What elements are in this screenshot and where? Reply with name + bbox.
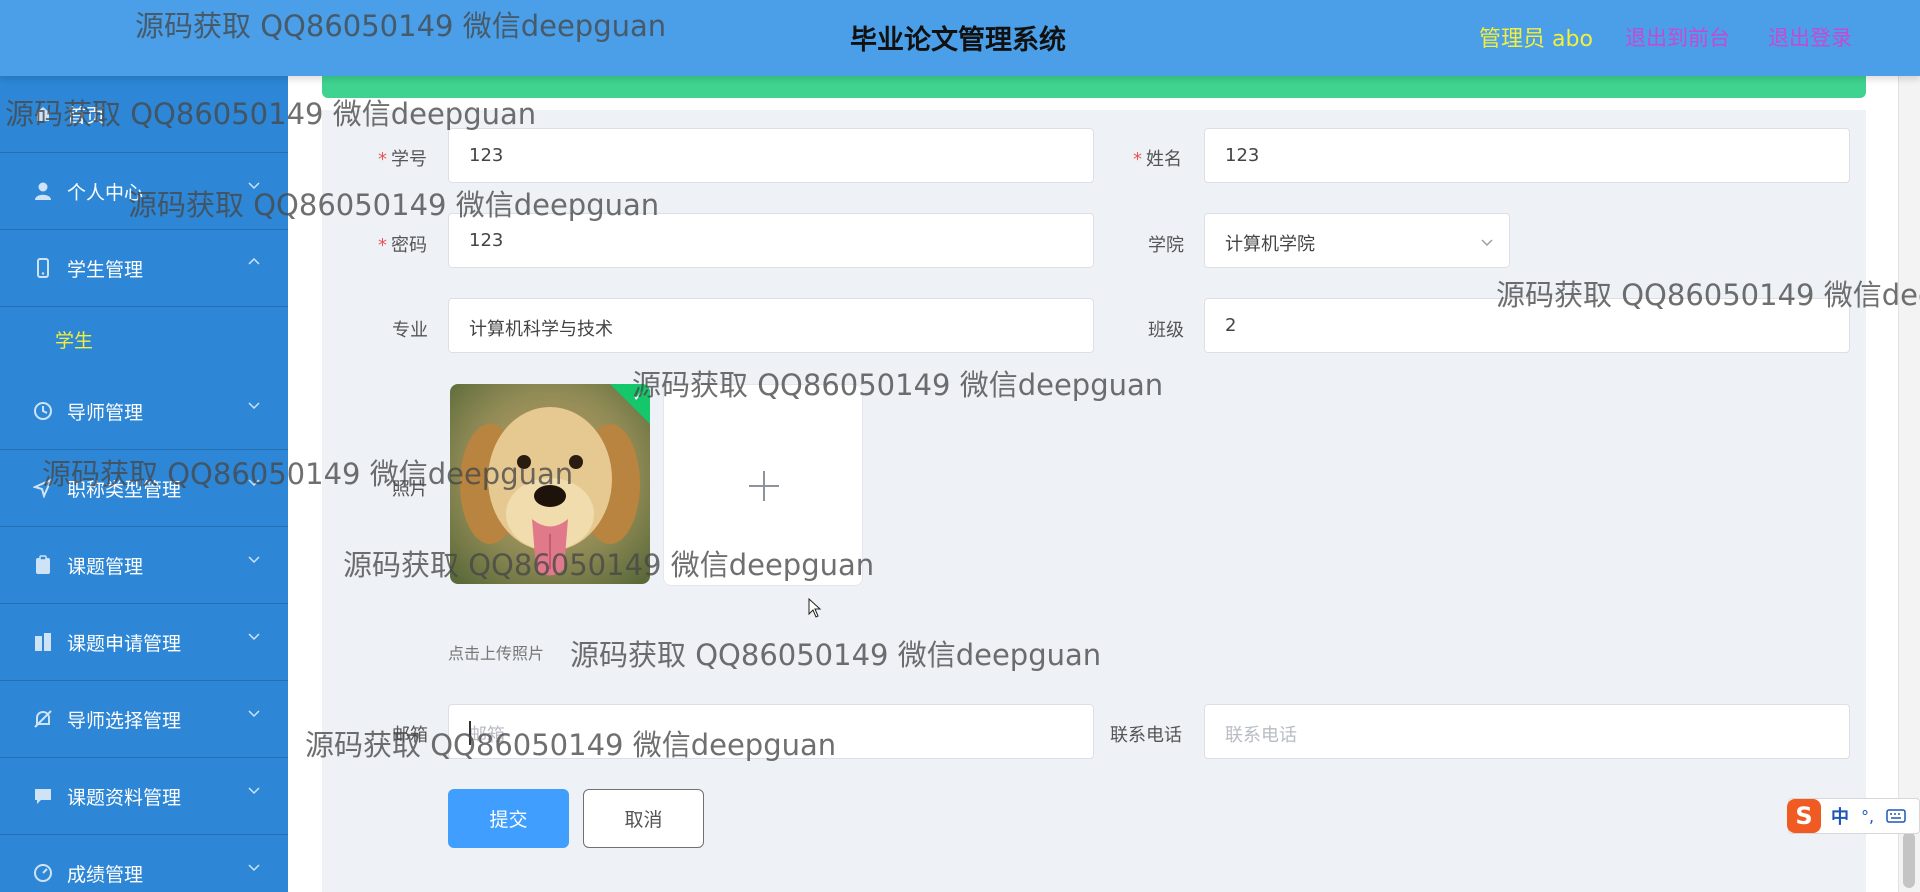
- class-field[interactable]: 2: [1204, 298, 1850, 353]
- phone-field[interactable]: 联系电话: [1204, 704, 1850, 759]
- sidebar-item-topic-application-management[interactable]: 课题申请管理: [0, 604, 288, 681]
- chevron-down-icon: [248, 864, 260, 872]
- send-icon: [32, 477, 54, 499]
- sidebar: 首页 个人中心 学生管理 学生 导师管理 职称类型管理 课题管理 课题申请管理 …: [0, 76, 288, 892]
- sidebar-item-topic-material-management[interactable]: 课题资料管理: [0, 758, 288, 835]
- text-caret: [469, 721, 471, 745]
- sidebar-item-label: 成绩管理: [67, 864, 144, 886]
- sidebar-item-label: 个人中心: [67, 182, 144, 204]
- status-bar: [322, 76, 1866, 98]
- sidebar-item-label: 课题申请管理: [67, 633, 182, 655]
- admin-label: 管理员 abo: [1479, 27, 1593, 52]
- bell-off-icon: [32, 708, 54, 730]
- password-field[interactable]: 123: [448, 213, 1094, 268]
- check-icon: ✓: [632, 387, 645, 405]
- sidebar-item-label: 导师管理: [67, 402, 144, 424]
- sidebar-item-topic-management[interactable]: 课题管理: [0, 527, 288, 604]
- ime-toolbar[interactable]: S 中 °,: [1787, 798, 1920, 834]
- college-select-value: 计算机学院: [1225, 234, 1315, 255]
- email-field[interactable]: 邮箱: [448, 704, 1094, 759]
- sidebar-item-home[interactable]: 首页: [0, 76, 288, 153]
- sidebar-subitem-label: 学生: [55, 330, 94, 352]
- home-icon: [32, 103, 54, 125]
- student-id-label: * 学号: [378, 149, 427, 170]
- chevron-down-icon: [1481, 239, 1493, 247]
- submit-button[interactable]: 提交: [448, 789, 569, 848]
- ime-language-toggle[interactable]: 中: [1831, 803, 1849, 829]
- chat-icon: [32, 785, 54, 807]
- page-title: 毕业论文管理系统: [850, 25, 1066, 56]
- plus-icon: [749, 471, 779, 501]
- uploaded-photo[interactable]: ✓: [450, 384, 650, 584]
- sidebar-item-tutor-selection-management[interactable]: 导师选择管理: [0, 681, 288, 758]
- sidebar-item-label: 导师选择管理: [67, 710, 182, 732]
- email-placeholder: 邮箱: [469, 725, 505, 746]
- chevron-up-icon: [248, 257, 260, 265]
- gauge-icon: [32, 862, 54, 884]
- sidebar-item-label: 学生管理: [67, 259, 144, 281]
- chevron-down-icon: [248, 710, 260, 718]
- clipboard-icon: [32, 554, 54, 576]
- exit-to-front-link[interactable]: 退出到前台: [1625, 22, 1730, 52]
- sidebar-item-student-management[interactable]: 学生管理: [0, 230, 288, 307]
- mouse-cursor-icon: [808, 598, 822, 618]
- sidebar-item-label: 课题资料管理: [67, 787, 182, 809]
- vertical-scrollbar[interactable]: [1898, 76, 1920, 892]
- chevron-down-icon: [248, 182, 260, 190]
- sidebar-item-tutor-management[interactable]: 导师管理: [0, 373, 288, 450]
- photo-upload-button[interactable]: [663, 384, 863, 586]
- sidebar-item-label: 首页: [67, 105, 106, 127]
- chevron-down-icon: [248, 402, 260, 410]
- user-icon: [32, 180, 54, 202]
- college-select[interactable]: 计算机学院: [1204, 213, 1510, 268]
- sidebar-subitem-student[interactable]: 学生: [0, 307, 288, 373]
- email-label: 邮箱: [392, 725, 428, 746]
- cancel-button[interactable]: 取消: [583, 789, 704, 848]
- major-field[interactable]: 计算机科学与技术: [448, 298, 1094, 353]
- top-header: 毕业论文管理系统 管理员 abo 退出到前台 退出登录: [0, 0, 1920, 76]
- chevron-down-icon: [248, 479, 260, 487]
- student-id-field[interactable]: 123: [448, 128, 1094, 183]
- class-label: 班级: [1148, 320, 1184, 341]
- logout-link[interactable]: 退出登录: [1768, 22, 1852, 52]
- chevron-down-icon: [248, 633, 260, 641]
- sidebar-item-grade-management[interactable]: 成绩管理: [0, 835, 288, 892]
- keyboard-icon[interactable]: [1886, 809, 1906, 823]
- chevron-down-icon: [248, 556, 260, 564]
- ime-punctuation-toggle[interactable]: °,: [1861, 807, 1874, 826]
- phone-icon: [32, 257, 54, 279]
- sogou-logo-icon: S: [1787, 799, 1821, 833]
- sidebar-item-title-type-management[interactable]: 职称类型管理: [0, 450, 288, 527]
- sidebar-item-label: 课题管理: [67, 556, 144, 578]
- name-field[interactable]: 123: [1204, 128, 1850, 183]
- clock-icon: [32, 400, 54, 422]
- scrollbar-thumb[interactable]: [1903, 832, 1915, 888]
- chevron-down-icon: [248, 787, 260, 795]
- upload-photo-tip: 点击上传照片: [448, 644, 545, 663]
- building-icon: [32, 631, 54, 653]
- major-label: 专业: [392, 320, 428, 341]
- photo-label: 照片: [392, 479, 428, 500]
- sidebar-item-label: 职称类型管理: [67, 479, 182, 501]
- name-label: * 姓名: [1133, 149, 1182, 170]
- password-label: * 密码: [378, 235, 427, 256]
- sidebar-item-personal-center[interactable]: 个人中心: [0, 153, 288, 230]
- phone-label: 联系电话: [1110, 725, 1182, 746]
- college-label: 学院: [1148, 235, 1184, 256]
